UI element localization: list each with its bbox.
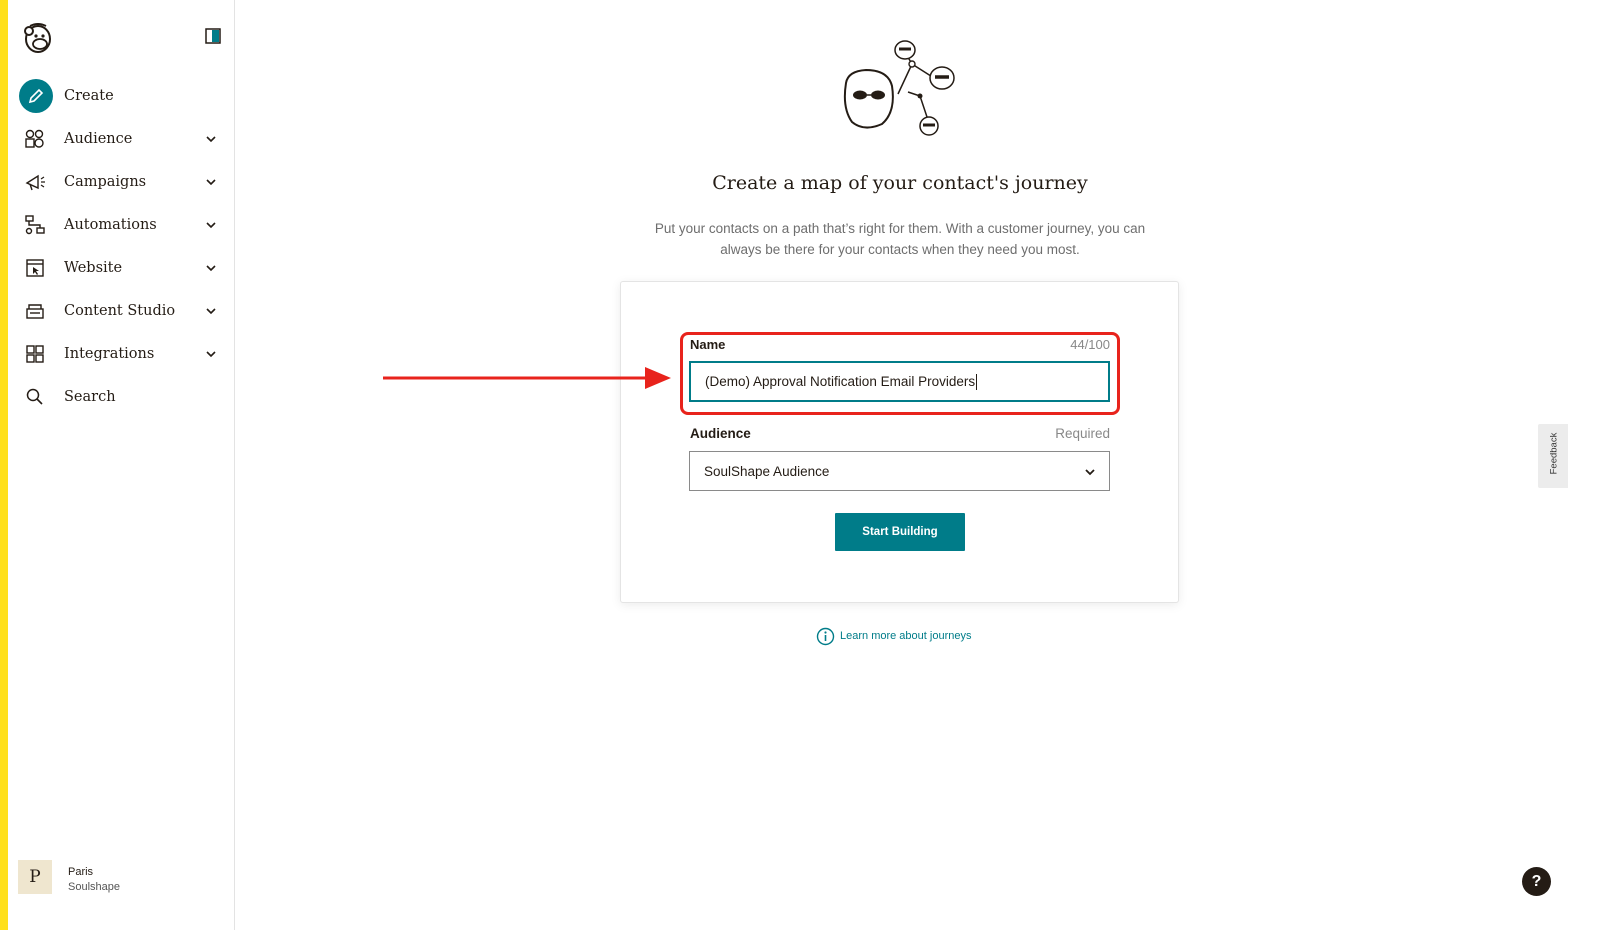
learn-more-text: Learn more about journeys xyxy=(840,630,972,642)
sidebar-item-label: Campaigns xyxy=(64,173,147,190)
sidebar-item-website[interactable]: Website xyxy=(8,246,234,289)
audience-select[interactable]: SoulShape Audience xyxy=(689,451,1110,491)
info-icon xyxy=(816,627,835,645)
sidebar-item-label: Website xyxy=(64,259,123,276)
chevron-down-icon[interactable] xyxy=(204,132,218,146)
chevron-down-icon[interactable] xyxy=(204,304,218,318)
start-building-button[interactable]: Start Building xyxy=(835,513,965,551)
subtitle-line: Put your contacts on a path that’s right… xyxy=(654,221,1146,236)
sidebar-item-automations[interactable]: Automations xyxy=(8,203,234,246)
automations-icon xyxy=(22,212,48,238)
sidebar-item-label: Content Studio xyxy=(64,302,176,319)
audience-label: Audience xyxy=(690,426,751,441)
feedback-label: Feedback xyxy=(1548,432,1560,475)
learn-more-link[interactable]: Learn more about journeys xyxy=(816,626,971,646)
content-studio-icon xyxy=(22,298,48,324)
sidebar-item-search[interactable]: Search xyxy=(8,375,234,418)
sidebar: Create Audience Campaigns Automations We… xyxy=(8,0,235,930)
audience-select-value: SoulShape Audience xyxy=(704,463,830,479)
sidebar-item-content-studio[interactable]: Content Studio xyxy=(8,289,234,332)
sidebar-item-label: Integrations xyxy=(64,345,155,362)
subtitle-line: always be there for your contacts when t… xyxy=(720,242,1080,257)
sidebar-item-integrations[interactable]: Integrations xyxy=(8,332,234,375)
audience-required-text: Required xyxy=(1055,426,1110,441)
sidebar-collapse-icon[interactable] xyxy=(205,28,221,44)
user-org: Soulshape xyxy=(68,881,120,893)
user-profile[interactable]: P Paris Soulshape xyxy=(18,860,228,900)
megaphone-icon xyxy=(22,169,48,195)
journey-illustration-icon xyxy=(843,40,955,136)
sidebar-item-audience[interactable]: Audience xyxy=(8,117,234,160)
feedback-tab[interactable]: Feedback xyxy=(1538,424,1568,488)
chevron-down-icon xyxy=(1085,469,1095,476)
pointer-arrow-icon xyxy=(383,367,671,389)
name-char-count: 44/100 xyxy=(1070,337,1110,352)
name-input[interactable]: (Demo) Approval Notification Email Provi… xyxy=(689,361,1110,402)
sidebar-item-label: Create xyxy=(64,87,114,104)
website-icon xyxy=(22,255,48,281)
grid-icon xyxy=(22,341,48,367)
journey-form-card xyxy=(620,281,1179,603)
sidebar-item-label: Search xyxy=(64,388,116,405)
page-title: Create a map of your contact's journey xyxy=(712,172,1088,194)
sidebar-nav: Create Audience Campaigns Automations We… xyxy=(8,74,234,418)
search-icon xyxy=(22,384,48,410)
user-name: Paris xyxy=(68,866,94,878)
sidebar-item-campaigns[interactable]: Campaigns xyxy=(8,160,234,203)
pencil-icon xyxy=(19,78,53,113)
sidebar-item-label: Automations xyxy=(64,216,157,233)
name-input-value: (Demo) Approval Notification Email Provi… xyxy=(705,374,976,389)
audience-icon xyxy=(22,126,48,152)
chevron-down-icon[interactable] xyxy=(204,218,218,232)
brand-strip xyxy=(0,0,8,930)
sidebar-item-create[interactable]: Create xyxy=(8,74,234,117)
avatar: P xyxy=(18,860,52,894)
chevron-down-icon[interactable] xyxy=(204,175,218,189)
chevron-down-icon[interactable] xyxy=(204,347,218,361)
help-button[interactable]: ? xyxy=(1522,867,1551,896)
page-subtitle: Put your contacts on a path that’s right… xyxy=(620,218,1180,260)
chevron-down-icon[interactable] xyxy=(204,261,218,275)
mailchimp-logo-icon[interactable] xyxy=(20,20,56,56)
name-label: Name xyxy=(690,337,726,352)
sidebar-item-label: Audience xyxy=(64,130,133,147)
text-caret xyxy=(976,373,978,390)
